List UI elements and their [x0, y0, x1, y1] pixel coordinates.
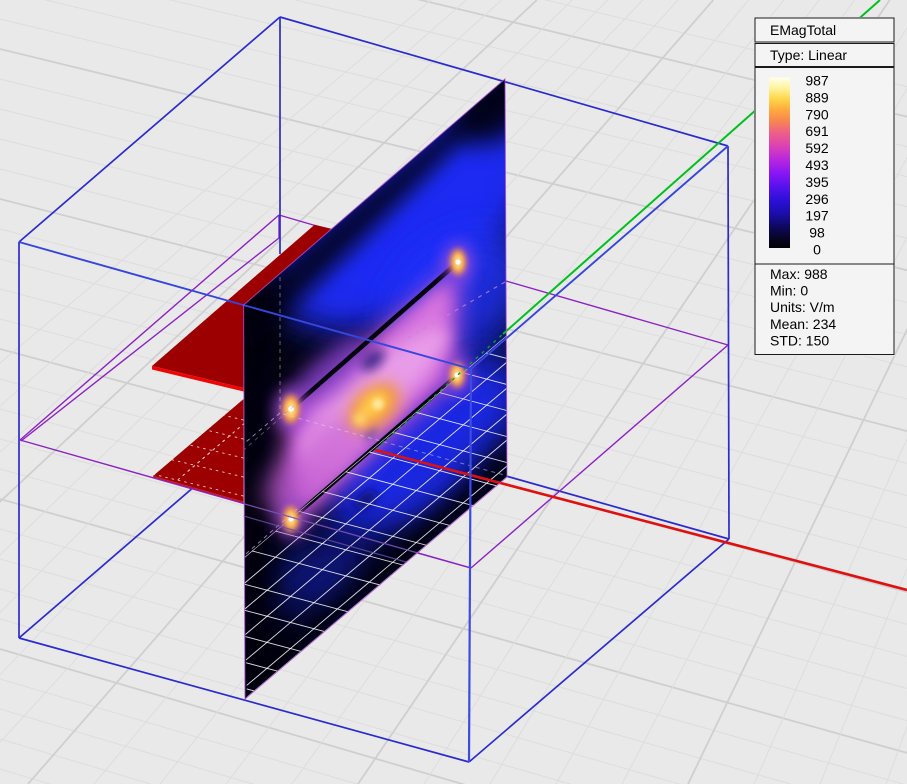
svg-text:Min: 0: Min: 0 [770, 283, 808, 299]
svg-text:987: 987 [805, 73, 829, 89]
svg-text:STD: 150: STD: 150 [770, 332, 829, 348]
svg-text:493: 493 [805, 157, 829, 173]
svg-text:592: 592 [805, 140, 829, 156]
svg-text:790: 790 [805, 106, 829, 122]
svg-text:889: 889 [805, 89, 829, 105]
svg-text:98: 98 [809, 225, 825, 241]
svg-text:Max: 988: Max: 988 [770, 266, 828, 282]
svg-text:Type: Linear: Type: Linear [770, 47, 847, 63]
svg-text:395: 395 [805, 174, 829, 190]
svg-text:0: 0 [813, 242, 821, 258]
svg-text:EMagTotal: EMagTotal [770, 22, 836, 38]
svg-text:296: 296 [805, 191, 829, 207]
svg-text:Mean: 234: Mean: 234 [770, 316, 836, 332]
svg-text:197: 197 [805, 208, 829, 224]
svg-text:Units: V/m: Units: V/m [770, 299, 835, 315]
svg-text:691: 691 [805, 123, 829, 139]
